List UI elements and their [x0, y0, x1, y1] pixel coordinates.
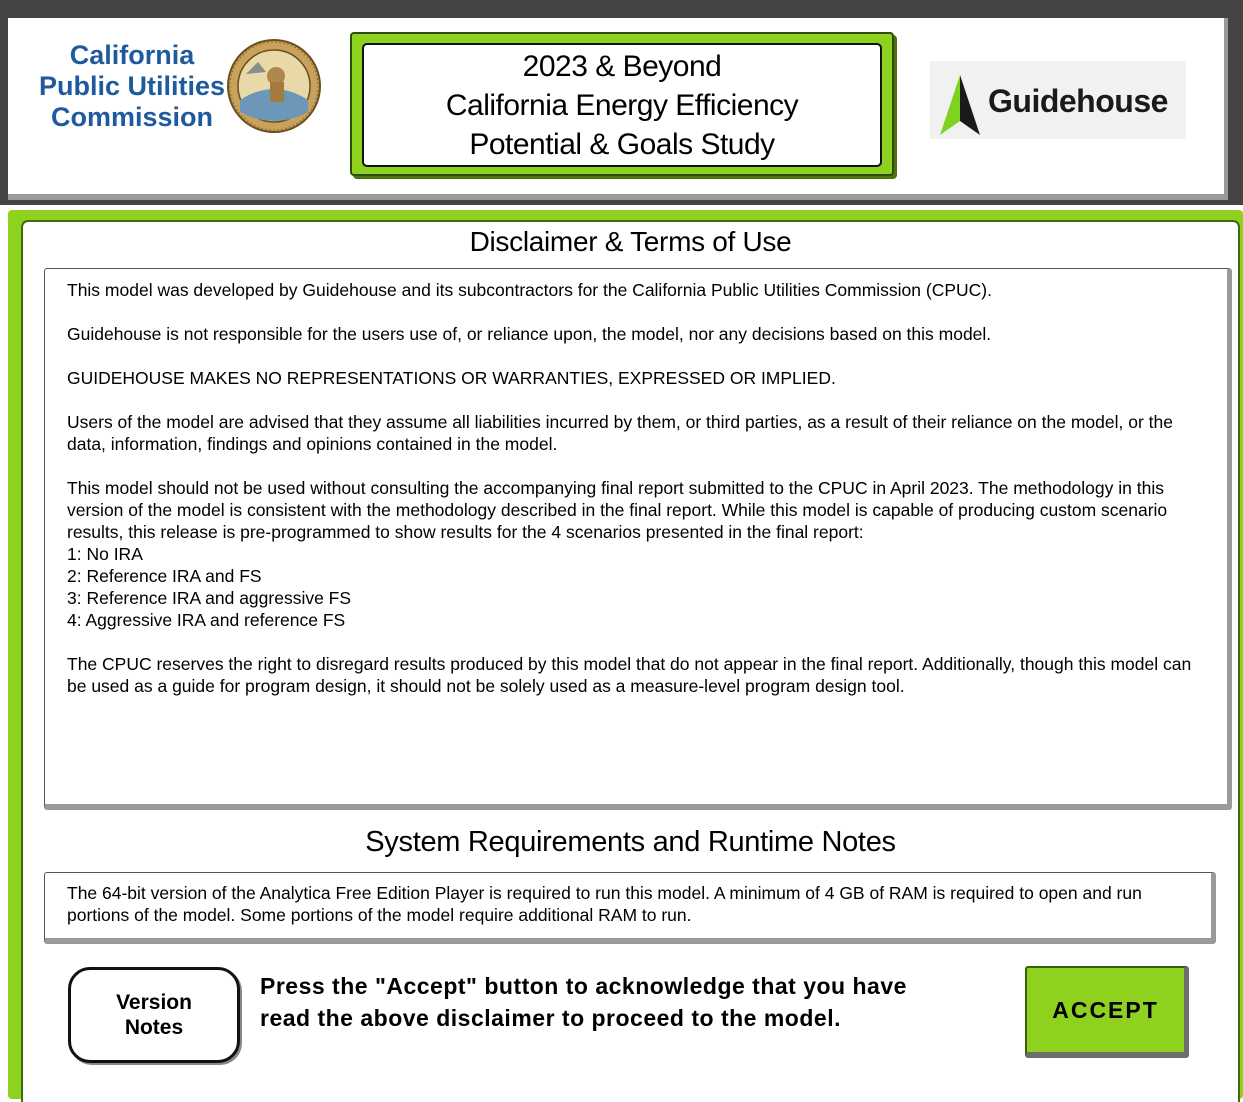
disclaimer-scenario-paragraph: This model should not be used without co… — [67, 477, 1203, 631]
study-title-line: California Energy Efficiency — [445, 88, 799, 122]
scenario-item: 2: Reference IRA and FS — [67, 566, 262, 586]
study-title-inner: 2023 & Beyond California Energy Efficien… — [362, 43, 882, 167]
main-panel: Disclaimer & Terms of Use This model was… — [8, 210, 1243, 1102]
cpuc-logo: California Public Utilities Commission — [36, 38, 336, 158]
disclaimer-paragraph: Guidehouse is not responsible for the us… — [67, 324, 992, 344]
system-requirements-box: The 64-bit version of the Analytica Free… — [44, 872, 1216, 944]
state-seal-icon — [227, 39, 321, 133]
main-panel-inner: Disclaimer & Terms of Use This model was… — [21, 220, 1240, 1102]
scenario-item: 3: Reference IRA and aggressive FS — [67, 588, 352, 608]
accept-instructions: Press the "Accept" button to acknowledge… — [260, 970, 980, 1034]
version-notes-label: Notes — [124, 1016, 184, 1039]
accept-button[interactable]: ACCEPT — [1025, 966, 1189, 1058]
scenario-item: 4: Aggressive IRA and reference FS — [67, 610, 346, 630]
study-title-line: Potential & Goals Study — [469, 127, 775, 161]
system-requirements-text: The 64-bit version of the Analytica Free… — [67, 883, 1142, 925]
study-title-box: 2023 & Beyond California Energy Efficien… — [350, 32, 894, 176]
guidehouse-logo-text: Guidehouse — [988, 83, 1168, 119]
version-notes-button[interactable]: Version Notes — [68, 967, 240, 1063]
accept-instructions-line: Press the "Accept" button to acknowledge… — [260, 973, 907, 999]
system-requirements-heading: System Requirements and Runtime Notes — [365, 826, 896, 858]
guidehouse-logo: Guidehouse — [930, 61, 1186, 139]
accept-button-label: ACCEPT — [1052, 996, 1159, 1023]
disclaimer-paragraph: GUIDEHOUSE MAKES NO REPRESENTATIONS OR W… — [67, 368, 836, 388]
scenario-item: 1: No IRA — [67, 544, 143, 564]
cpuc-logo-line: Public Utilities — [38, 71, 226, 101]
header-bar: California Public Utilities Commission 2… — [0, 0, 1243, 205]
disclaimer-paragraph: This model was developed by Guidehouse a… — [67, 280, 992, 300]
cpuc-logo-text: California Public Utilities Commission — [36, 40, 228, 133]
study-title-line: 2023 & Beyond — [522, 49, 722, 83]
cpuc-logo-line: California — [69, 40, 195, 70]
disclaimer-paragraph: Users of the model are advised that they… — [67, 412, 1173, 454]
disclaimer-text-box[interactable]: This model was developed by Guidehouse a… — [44, 268, 1232, 810]
scenario-intro: This model should not be used without co… — [67, 478, 1168, 542]
version-notes-label: Version — [116, 991, 192, 1014]
disclaimer-heading: Disclaimer & Terms of Use — [469, 226, 792, 257]
accept-instructions-line: read the above disclaimer to proceed to … — [260, 1005, 841, 1031]
guidehouse-triangle-icon — [940, 75, 980, 135]
disclaimer-paragraph: The CPUC reserves the right to disregard… — [67, 654, 1192, 696]
cpuc-logo-line: Commission — [50, 102, 214, 132]
